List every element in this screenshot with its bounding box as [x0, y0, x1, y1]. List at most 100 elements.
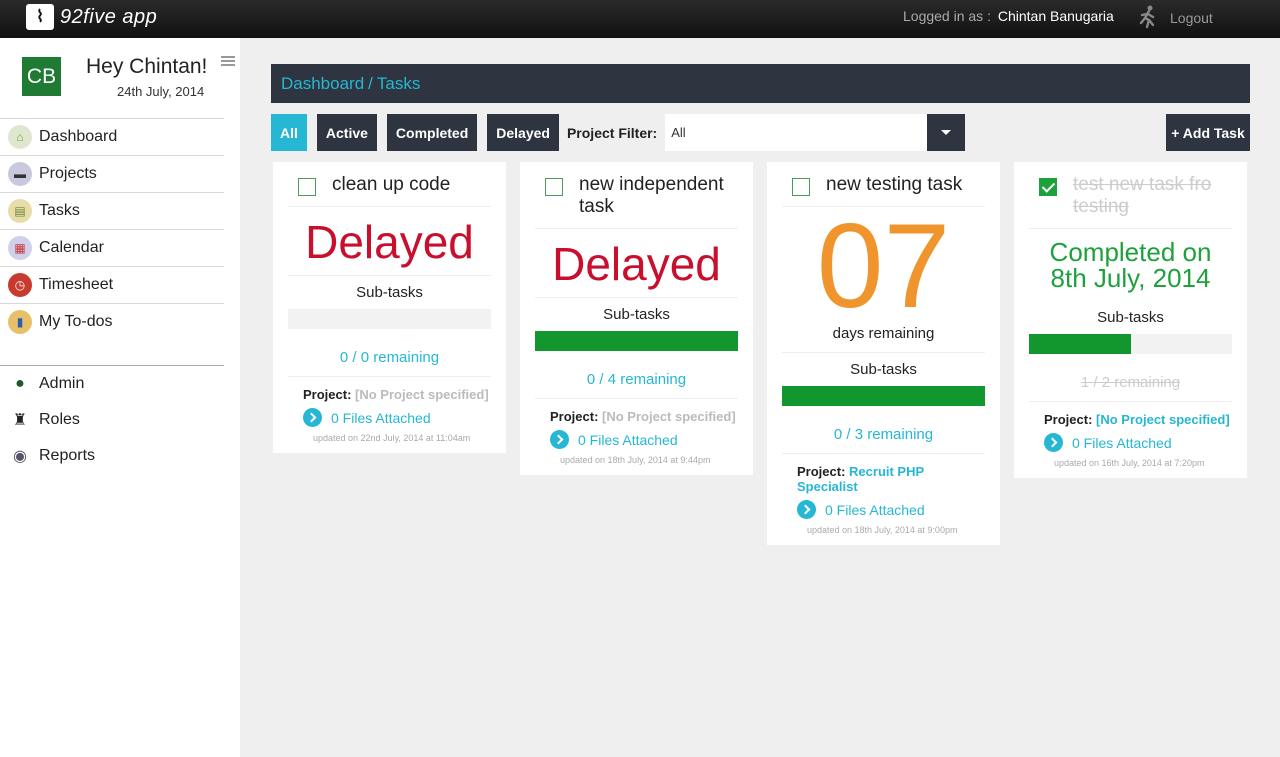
- task-card: test new task fro testing Completed on 8…: [1014, 162, 1247, 478]
- task-complete-checkbox[interactable]: [792, 178, 810, 196]
- sidebar-item-label: Projects: [39, 165, 97, 182]
- avatar[interactable]: CB: [22, 57, 61, 96]
- subtasks-progress-bar: [782, 386, 985, 406]
- current-date: 24th July, 2014: [117, 84, 205, 99]
- subtasks-remaining[interactable]: 1 / 2 remaining: [1029, 354, 1232, 402]
- sidebar: CB Hey Chintan! 24th July, 2014 ⌂ Dashbo…: [0, 38, 240, 757]
- logged-in-label: Logged in as :: [903, 8, 991, 24]
- filter-active-button[interactable]: Active: [316, 114, 377, 151]
- project-value: [No Project specified]: [1096, 412, 1230, 427]
- task-card: clean up code Delayed Sub-tasks 0 / 0 re…: [273, 162, 506, 453]
- task-status-delayed: Delayed: [288, 207, 491, 276]
- sidebar-item-roles[interactable]: ♜ Roles: [0, 402, 224, 438]
- progress-fill: [1029, 334, 1131, 354]
- running-man-icon: [1139, 5, 1155, 29]
- logout-label: Logout: [1170, 10, 1213, 26]
- task-completed-date: Completed on 8th July, 2014: [1049, 237, 1212, 293]
- sidebar-item-label: Timesheet: [39, 276, 114, 293]
- briefcase-icon: ▬: [8, 162, 32, 186]
- task-title[interactable]: new testing task: [826, 174, 962, 196]
- sidebar-item-admin[interactable]: ● Admin: [0, 366, 224, 402]
- sidebar-item-timesheet[interactable]: ◷ Timesheet: [0, 266, 224, 303]
- notebook-icon: ▮: [8, 310, 32, 334]
- calendar-icon: ▦: [8, 236, 32, 260]
- subtasks-remaining[interactable]: 0 / 0 remaining: [288, 329, 491, 377]
- paperclip-icon: ⌇: [26, 4, 54, 30]
- project-label: Project:: [1044, 412, 1093, 427]
- breadcrumb: Dashboard / Tasks: [271, 64, 1250, 103]
- subtasks-label: Sub-tasks: [1097, 309, 1164, 326]
- add-task-button[interactable]: + Add Task: [1166, 114, 1250, 151]
- files-attached-link[interactable]: 0 Files Attached: [797, 500, 985, 519]
- subtasks-label: Sub-tasks: [850, 361, 917, 378]
- task-complete-checkbox[interactable]: [545, 178, 563, 196]
- sidebar-item-tasks[interactable]: ▤ Tasks: [0, 192, 224, 229]
- updated-timestamp: updated on 18th July, 2014 at 9:44pm: [560, 455, 711, 465]
- top-bar: ⌇ 92five app Logged in as : Chintan Banu…: [0, 0, 1280, 38]
- filter-delayed-button[interactable]: Delayed: [487, 114, 559, 151]
- filter-completed-button[interactable]: Completed: [386, 114, 478, 151]
- sidebar-item-dashboard[interactable]: ⌂ Dashboard: [0, 118, 224, 155]
- project-value: [No Project specified]: [355, 387, 489, 402]
- files-attached-link[interactable]: 0 Files Attached: [550, 430, 738, 449]
- files-attached-link[interactable]: 0 Files Attached: [1044, 433, 1232, 452]
- project-label: Project:: [303, 387, 352, 402]
- chevron-down-icon[interactable]: [927, 114, 966, 151]
- user-icon: ●: [15, 375, 25, 392]
- files-attached-label: 0 Files Attached: [1072, 434, 1172, 451]
- subtasks-label: Sub-tasks: [356, 284, 423, 301]
- logged-in-info: Logged in as : Chintan Banugaria: [903, 8, 1114, 24]
- admin-nav: ● Admin ♜ Roles ◉ Reports: [0, 365, 224, 474]
- breadcrumb-current: Tasks: [376, 73, 421, 93]
- app-logo[interactable]: ⌇ 92five app: [26, 4, 157, 30]
- filter-all-button[interactable]: All: [271, 114, 307, 151]
- subtasks-progress-bar: [1029, 334, 1232, 354]
- sidebar-item-label: Dashboard: [39, 128, 118, 145]
- files-attached-label: 0 Files Attached: [825, 501, 925, 518]
- sidebar-item-projects[interactable]: ▬ Projects: [0, 155, 224, 192]
- task-complete-checkbox[interactable]: [1039, 178, 1057, 196]
- sidebar-item-todos[interactable]: ▮ My To-dos: [0, 303, 224, 340]
- sidebar-item-label: Calendar: [39, 239, 104, 256]
- logout-button[interactable]: Logout: [1136, 5, 1213, 31]
- greeting: Hey Chintan!: [86, 55, 208, 78]
- collapse-sidebar-icon[interactable]: [221, 56, 235, 66]
- files-attached-label: 0 Files Attached: [331, 409, 431, 426]
- project-label: Project:: [797, 464, 846, 479]
- chevron-right-icon: [797, 500, 816, 519]
- task-card: new independent task Delayed Sub-tasks 0…: [520, 162, 753, 475]
- task-title[interactable]: test new task fro testing: [1073, 174, 1232, 218]
- chevron-right-icon: [550, 430, 569, 449]
- filter-bar: All Active Completed Delayed Project Fil…: [271, 114, 966, 151]
- subtasks-remaining[interactable]: 0 / 4 remaining: [535, 351, 738, 399]
- sidebar-item-label: Reports: [39, 447, 96, 464]
- chevron-right-icon: [1044, 433, 1063, 452]
- subtasks-remaining[interactable]: 0 / 3 remaining: [782, 406, 985, 454]
- subtasks-progress-bar: [288, 309, 491, 329]
- files-attached-label: 0 Files Attached: [578, 431, 678, 448]
- sidebar-item-reports[interactable]: ◉ Reports: [0, 438, 224, 474]
- main-nav: ⌂ Dashboard ▬ Projects ▤ Tasks ▦ Calenda…: [0, 118, 224, 340]
- eye-icon: ◉: [13, 448, 27, 465]
- files-attached-link[interactable]: 0 Files Attached: [303, 408, 491, 427]
- sidebar-item-label: Admin: [39, 375, 85, 392]
- project-filter-select[interactable]: All: [665, 114, 966, 151]
- task-status-delayed: Delayed: [535, 229, 738, 298]
- project-filter-value: All: [671, 125, 686, 140]
- chevron-right-icon: [303, 408, 322, 427]
- subtasks-label: Sub-tasks: [603, 306, 670, 323]
- task-complete-checkbox[interactable]: [298, 178, 316, 196]
- task-title[interactable]: clean up code: [332, 174, 450, 196]
- days-remaining-count: 07: [816, 199, 951, 333]
- updated-timestamp: updated on 22nd July, 2014 at 11:04am: [313, 433, 471, 443]
- subtasks-progress-bar: [535, 331, 738, 351]
- progress-fill: [535, 331, 738, 351]
- clock-icon: ◷: [8, 273, 32, 297]
- sidebar-item-calendar[interactable]: ▦ Calendar: [0, 229, 224, 266]
- breadcrumb-dashboard-link[interactable]: Dashboard: [281, 74, 364, 94]
- clipboard-icon: ▤: [8, 199, 32, 223]
- breadcrumb-separator: /: [368, 73, 373, 93]
- logo-text: 92five app: [60, 5, 158, 28]
- updated-timestamp: updated on 16th July, 2014 at 7:20pm: [1054, 458, 1205, 468]
- task-title[interactable]: new independent task: [579, 174, 738, 218]
